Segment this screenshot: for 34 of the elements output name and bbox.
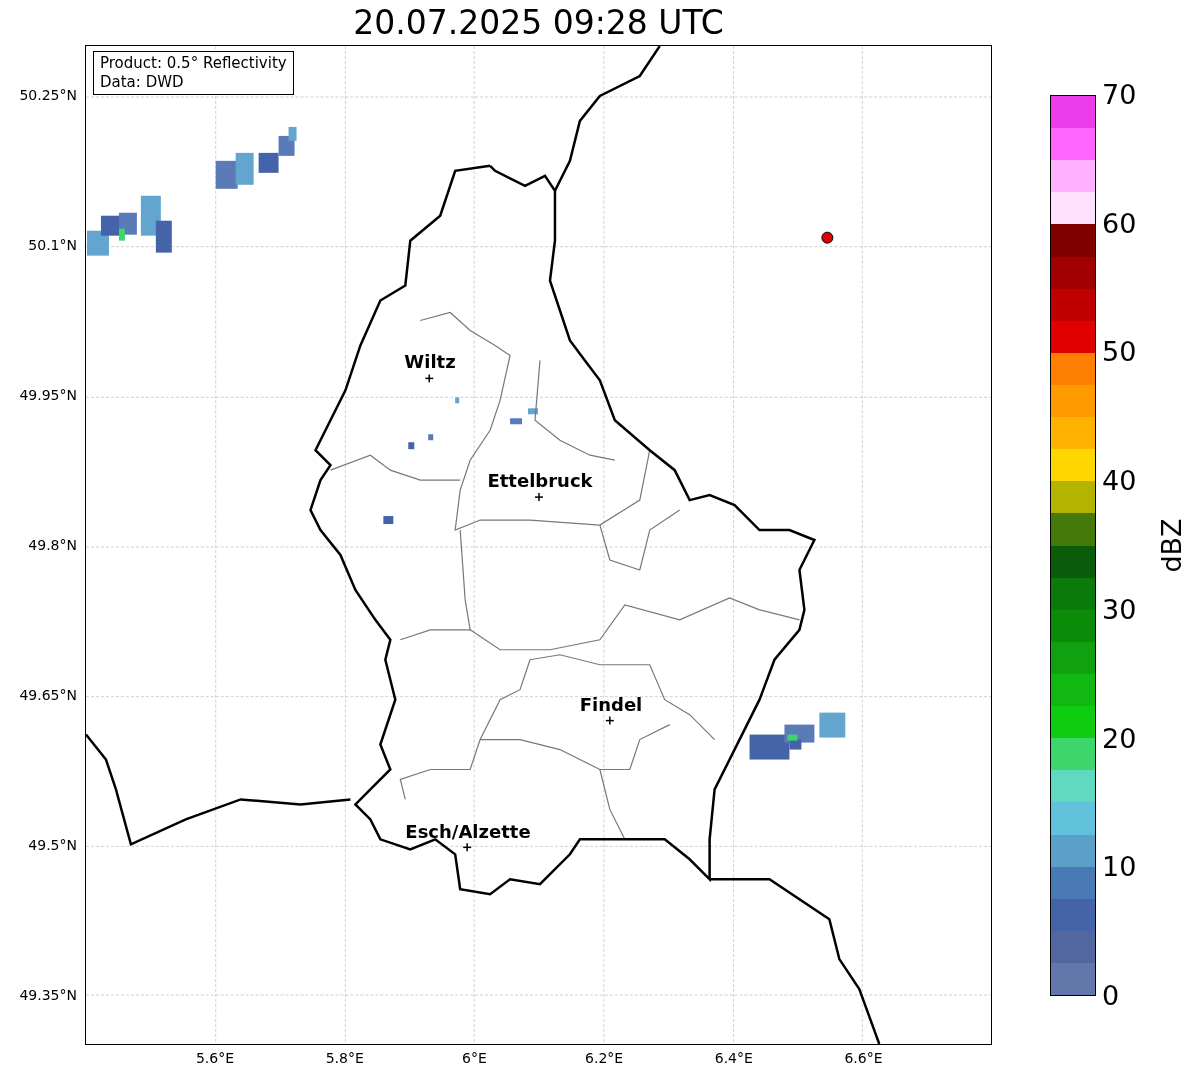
info-text: Data: DWD [100, 73, 185, 92]
city-marker-icon [462, 842, 472, 853]
city-label: Wiltz [404, 353, 456, 371]
latitude-tick-label: 49.35°N [19, 988, 77, 1002]
longitude-tick-label: 5.8°E [325, 1051, 364, 1065]
longitude-tick-label: 5.6°E [195, 1051, 235, 1065]
latitude-tick-label: 49.65°N [19, 688, 77, 702]
longitude-tick-label: 6.2°E [585, 1051, 624, 1065]
city-label: Esch/Alzette [405, 823, 531, 841]
colorbar-tick-label: 70 [1102, 81, 1137, 108]
colorbar-tick-label: 50 [1102, 338, 1137, 366]
latitude-tick-label: 49.95°N [19, 388, 77, 402]
city-label: Ettelbruck [487, 472, 593, 490]
latitude-tick-label: 50.1°N [28, 238, 77, 252]
chart-title: 20.07.2025 09:28 UTC [353, 6, 724, 39]
colorbar-tick-label: 40 [1102, 467, 1137, 495]
colorbar-label: dBZ [1157, 518, 1184, 573]
colorbar-tick-label: 20 [1102, 724, 1137, 752]
city-marker-icon [424, 373, 434, 384]
latitude-tick-label: 50.25°N [19, 88, 77, 102]
longitude-tick-label: 6°E [462, 1051, 487, 1065]
colorbar-tick-label: 30 [1102, 595, 1137, 623]
colorbar-tick-label: 10 [1102, 853, 1137, 881]
city-marker-icon [605, 715, 615, 726]
city-label: Findel [579, 696, 643, 714]
colorbar-tick-label: 60 [1102, 209, 1137, 237]
latitude-tick-label: 49.8°N [28, 538, 77, 552]
colorbar-tick-label: 0 [1102, 982, 1120, 1009]
info-text: Product: 0.5° Reflectivity [100, 54, 287, 73]
city-marker-icon [534, 492, 544, 502]
longitude-tick-label: 6.6°E [844, 1051, 883, 1065]
latitude-tick-label: 49.5°N [28, 838, 77, 852]
station-dot-icon [821, 231, 834, 244]
longitude-tick-label: 6.4°E [714, 1051, 753, 1065]
